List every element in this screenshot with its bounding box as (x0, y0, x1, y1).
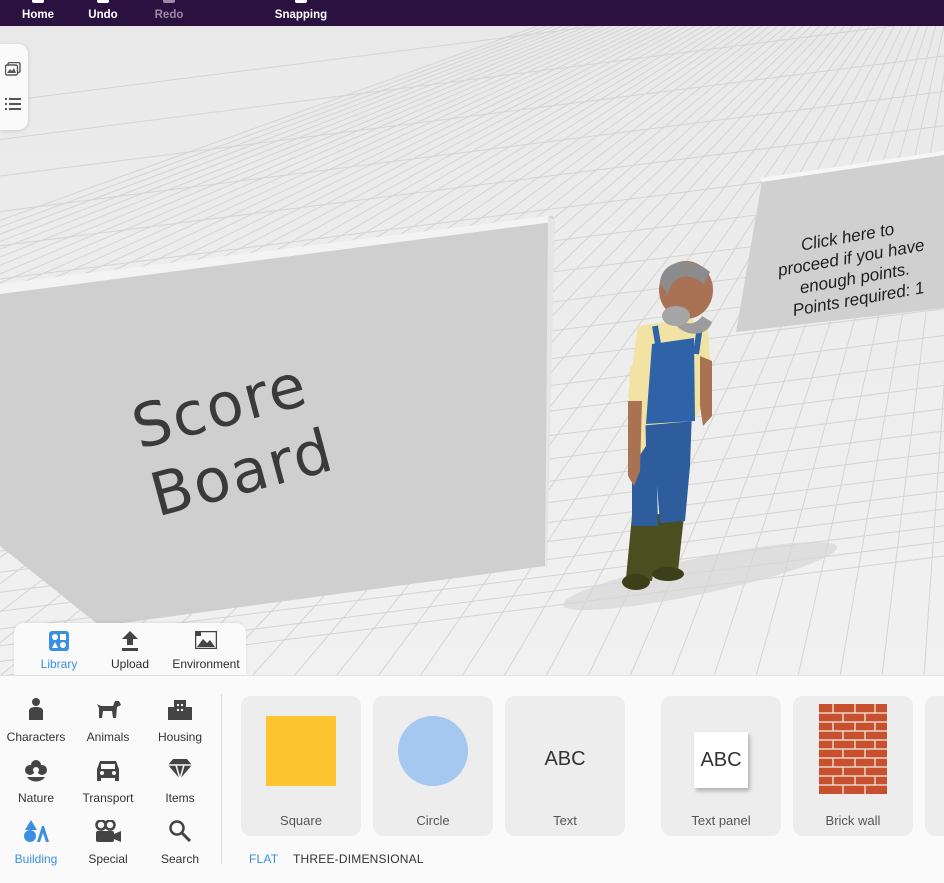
undo-icon (97, 0, 109, 3)
gem-icon (168, 759, 192, 779)
brick-wall-thumbnail (819, 704, 887, 794)
tab-library-label: Library (40, 657, 78, 671)
undo-label: Undo (88, 9, 118, 21)
category-label: Characters (6, 730, 66, 744)
category-special[interactable]: Special (72, 812, 144, 868)
person-icon (29, 698, 43, 720)
tab-upload-label: Upload (110, 657, 150, 671)
undo-button[interactable]: Undo (80, 0, 126, 26)
home-label: Home (22, 9, 54, 21)
home-button[interactable]: Home (14, 0, 62, 26)
tab-upload[interactable]: Upload (100, 623, 160, 675)
library-panel: Characters Animals Housing Nature Transp… (0, 675, 944, 883)
asset-card-brick-wall[interactable]: Brick wall (793, 696, 913, 836)
list-icon[interactable] (5, 97, 21, 111)
tab-library[interactable]: Library (28, 623, 90, 675)
category-label: Search (160, 852, 200, 866)
camera-icon (95, 820, 121, 842)
category-label: Animals (86, 730, 130, 744)
environment-icon (195, 631, 217, 649)
side-toolbar (0, 44, 28, 130)
category-label: Items (165, 791, 195, 805)
subtab-three-dimensional[interactable]: THREE-DIMENSIONAL (293, 852, 424, 866)
snapping-icon (295, 0, 307, 3)
redo-label: Redo (154, 9, 184, 21)
upload-icon (122, 631, 138, 651)
snapping-label: Snapping (274, 9, 328, 21)
redo-icon (163, 0, 175, 3)
asset-card-text[interactable]: ABC Text (505, 696, 625, 836)
search-icon (169, 820, 191, 842)
library-tabs: Library Upload Environment (14, 623, 246, 675)
home-icon (32, 0, 44, 3)
category-label: Housing (157, 730, 203, 744)
dog-icon (97, 701, 121, 718)
gallery-icon[interactable] (5, 62, 21, 76)
asset-card-text-panel[interactable]: ABC Text panel (661, 696, 781, 836)
category-search[interactable]: Search (144, 812, 216, 868)
text-panel-thumbnail: ABC (694, 732, 748, 788)
asset-card-square[interactable]: Square (241, 696, 361, 836)
category-animals[interactable]: Animals (72, 690, 144, 746)
category-nature[interactable]: Nature (0, 751, 72, 807)
asset-label: Square (280, 813, 322, 828)
3d-viewport[interactable]: Score Board Click here to proceed if you… (0, 26, 944, 676)
scene-canvas (0, 26, 944, 676)
category-characters[interactable]: Characters (0, 690, 72, 746)
circle-thumbnail (398, 716, 468, 786)
tab-environment[interactable]: Environment (166, 623, 246, 675)
building-icon (168, 700, 192, 720)
asset-label: Text panel (691, 813, 751, 828)
square-thumbnail (266, 716, 336, 786)
proceed-panel[interactable] (736, 151, 944, 332)
library-icon (49, 631, 69, 651)
category-label: Special (88, 852, 128, 866)
top-toolbar: Home Undo Redo Snapping (0, 0, 944, 26)
category-housing[interactable]: Housing (144, 690, 216, 746)
score-board-panel[interactable] (0, 216, 555, 626)
category-building[interactable]: Building (0, 812, 72, 868)
asset-label: Text (553, 813, 577, 828)
category-items[interactable]: Items (144, 751, 216, 807)
flower-icon (25, 760, 47, 782)
category-label: Nature (17, 791, 55, 805)
redo-button[interactable]: Redo (146, 0, 192, 26)
asset-card-circle[interactable]: Circle (373, 696, 493, 836)
tab-environment-label: Environment (172, 657, 240, 671)
category-transport[interactable]: Transport (72, 751, 144, 807)
subtab-flat[interactable]: FLAT (249, 852, 278, 866)
asset-label: Circle (416, 813, 450, 828)
text-thumbnail: ABC (544, 748, 586, 770)
asset-label: Brick wall (825, 813, 881, 828)
asset-card-partial[interactable] (925, 696, 944, 836)
shapes-icon (24, 820, 49, 842)
panel-divider (221, 694, 222, 864)
category-label: Transport (82, 791, 134, 805)
category-label: Building (14, 852, 58, 866)
snapping-button[interactable]: Snapping (270, 0, 332, 26)
car-icon (97, 761, 119, 781)
